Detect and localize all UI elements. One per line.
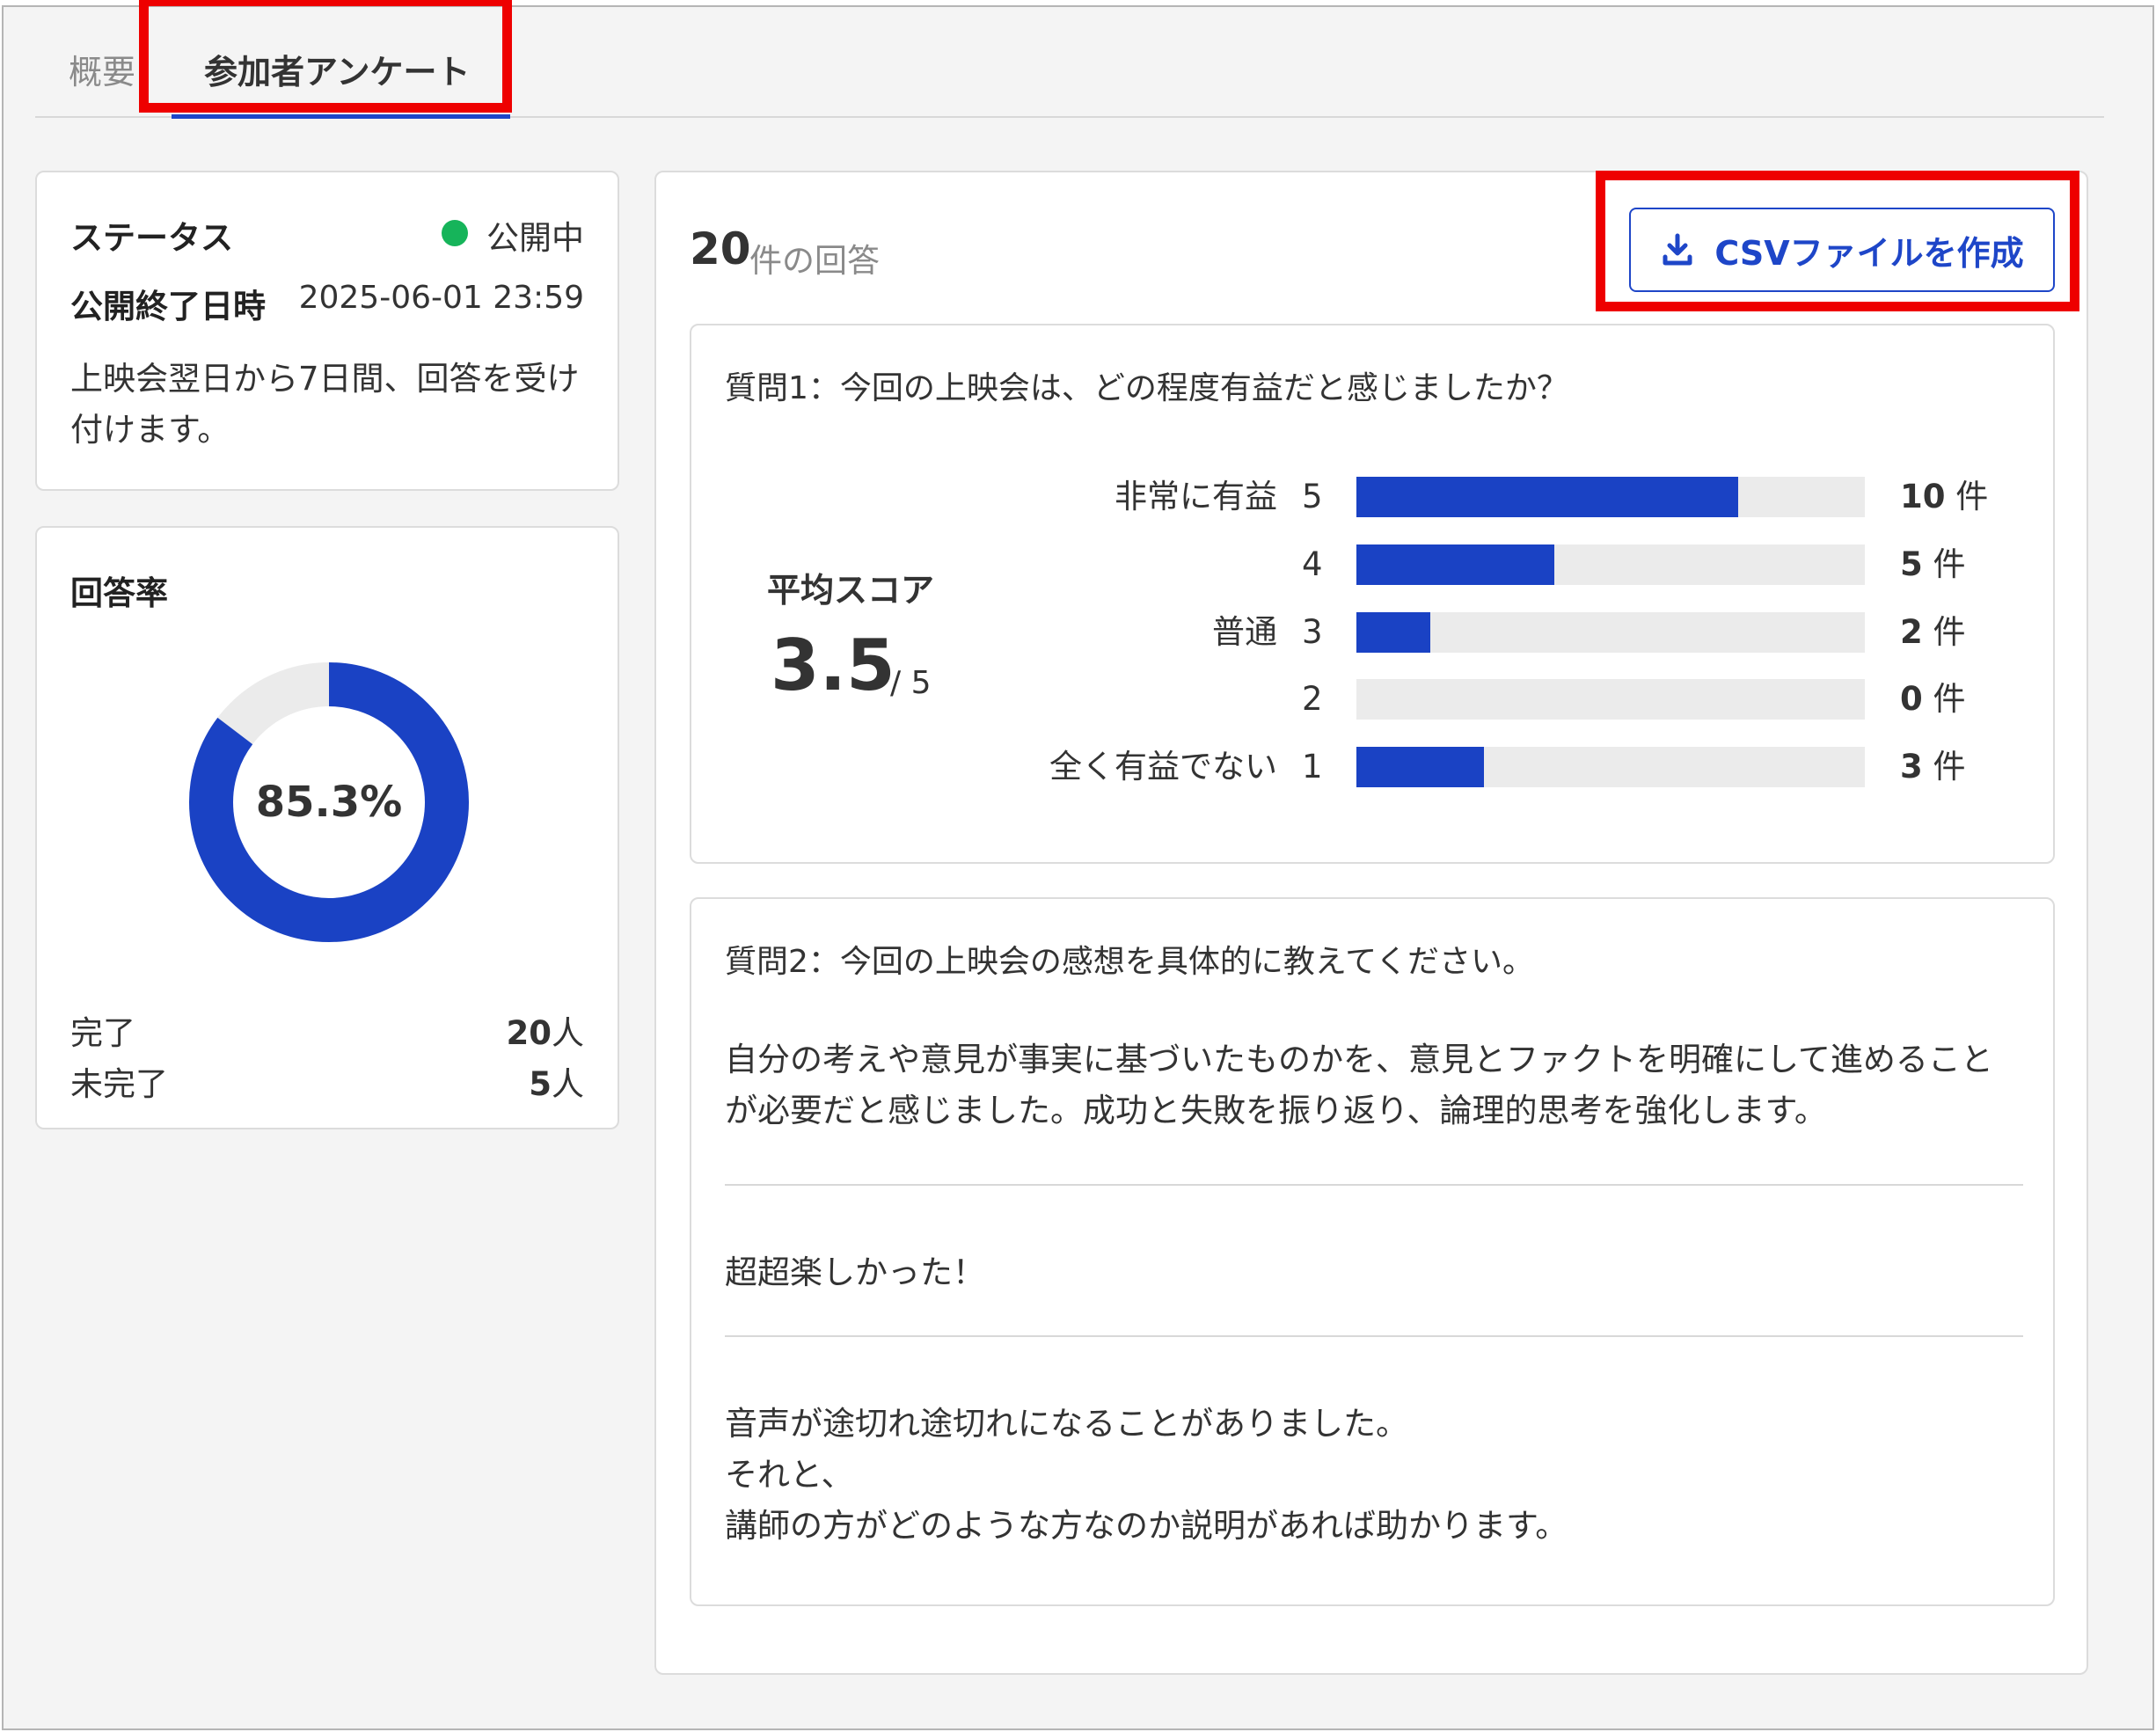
score-bar-track — [1356, 544, 1865, 585]
question1-text: 質問1：今回の上映会は、どの程度有益だと感じましたか？ — [725, 370, 1568, 406]
score-row-5: 非常に有益 5 10 件 — [691, 475, 2057, 519]
pending-value: 5人 — [529, 1057, 584, 1105]
completed-value: 20人 — [507, 1006, 585, 1054]
score-count-unit: 件 — [1955, 478, 1989, 515]
answer-item: 音声が途切れ途切れになることがありました。 それと、 講師の方がどのような方なの… — [725, 1405, 1568, 1545]
score-bar-fill — [1356, 477, 1738, 517]
response-count-label: 件の回答 — [749, 242, 880, 280]
score-count-unit: 件 — [1933, 545, 1966, 583]
score-count-value: 0 — [1900, 680, 1923, 718]
score-count: 3 件 — [1900, 745, 1966, 789]
active-tab-indicator — [172, 114, 510, 119]
score-bar-fill — [1356, 544, 1555, 585]
answer-item: 自分の考えや意見が事実に基づいたものかを、意見とファクトを明確にして進めることが… — [725, 1041, 1993, 1129]
create-csv-label: CSVファイルを作成 — [1714, 233, 2024, 273]
score-count: 2 件 — [1900, 610, 1966, 654]
score-count: 5 件 — [1900, 543, 1966, 587]
score-row-3: 普通 3 2 件 — [691, 610, 2057, 654]
score-bar-track — [1356, 477, 1865, 517]
score-row-1: 全く有益でない 1 3 件 — [691, 745, 2057, 789]
score-count-value: 5 — [1900, 545, 1923, 583]
answer-divider — [725, 1335, 2023, 1337]
score-count-unit: 件 — [1933, 748, 1966, 786]
end-date-value: 2025-06-01 23:59 — [298, 280, 584, 316]
score-number: 5 — [1302, 478, 1323, 515]
survey-panel: 概要 参加者アンケート ステータス 公開中 公開終了日時 2025-06-01 … — [2, 0, 2154, 1730]
score-bar-fill — [1356, 747, 1484, 787]
tab-bar: 概要 参加者アンケート — [35, 7, 2104, 119]
pending-row: 未完了 5人 — [70, 1057, 584, 1105]
answer-divider — [725, 1184, 2023, 1186]
question2-text: 質問2：今回の上映会の感想を具体的に教えてください。 — [725, 944, 1535, 980]
status-card: ステータス 公開中 公開終了日時 2025-06-01 23:59 上映会翌日か… — [35, 171, 619, 491]
pending-label: 未完了 — [70, 1065, 168, 1103]
score-label: 普通 — [1212, 613, 1277, 651]
score-bar-fill — [1356, 612, 1430, 653]
score-count: 0 件 — [1900, 677, 1966, 721]
completed-row: 完了 20人 — [70, 1006, 584, 1054]
status-dot-icon — [442, 220, 468, 246]
response-count: 20 — [690, 223, 751, 274]
response-rate-percent: 85.3% — [255, 778, 403, 827]
score-count: 10 件 — [1900, 475, 1988, 519]
responses-card: 20 件の回答 CSVファイルを作成 質問1：今回の上映会は、どの程度有益だと感… — [654, 171, 2088, 1675]
score-bar-track — [1356, 747, 1865, 787]
completed-label: 完了 — [70, 1014, 135, 1052]
status-title: ステータス — [70, 219, 233, 257]
tab-overview[interactable]: 概要 — [69, 48, 135, 97]
response-rate-card: 回答率 85.3% 完了 20人 未完了 5人 — [35, 526, 619, 1129]
create-csv-button[interactable]: CSVファイルを作成 — [1629, 208, 2055, 292]
score-number: 2 — [1302, 680, 1323, 718]
score-count-value: 3 — [1900, 748, 1923, 786]
score-row-2: 2 0 件 — [691, 677, 2057, 721]
score-label: 非常に有益 — [1115, 478, 1277, 515]
score-bar-track — [1356, 679, 1865, 720]
completed-unit: 人 — [552, 1014, 584, 1052]
score-label: 全く有益でない — [1049, 748, 1277, 786]
status-value: 公開中 — [486, 219, 584, 257]
answer-item: 超超楽しかった！ — [725, 1253, 985, 1291]
pending-unit: 人 — [552, 1065, 584, 1103]
question1-card: 質問1：今回の上映会は、どの程度有益だと感じましたか？ 平均スコア 3.5 / … — [690, 324, 2055, 864]
pending-count: 5 — [529, 1065, 552, 1103]
status-description: 上映会翌日から7日間、回答を受け付けます。 — [70, 360, 580, 449]
score-count-unit: 件 — [1933, 613, 1966, 651]
score-row-4: 4 5 件 — [691, 543, 2057, 587]
tab-participant-survey[interactable]: 参加者アンケート — [204, 48, 470, 97]
score-count-unit: 件 — [1933, 680, 1966, 718]
score-number: 3 — [1302, 613, 1323, 651]
end-date-label: 公開終了日時 — [70, 288, 266, 325]
score-count-value: 10 — [1900, 478, 1946, 515]
completed-count: 20 — [506, 1014, 552, 1052]
score-number: 4 — [1302, 545, 1323, 583]
score-bar-track — [1356, 612, 1865, 653]
response-rate-title: 回答率 — [70, 574, 168, 612]
score-count-value: 2 — [1900, 613, 1923, 651]
question2-card: 質問2：今回の上映会の感想を具体的に教えてください。 自分の考えや意見が事実に基… — [690, 897, 2055, 1606]
score-number: 1 — [1302, 748, 1323, 786]
download-icon — [1663, 233, 1692, 266]
